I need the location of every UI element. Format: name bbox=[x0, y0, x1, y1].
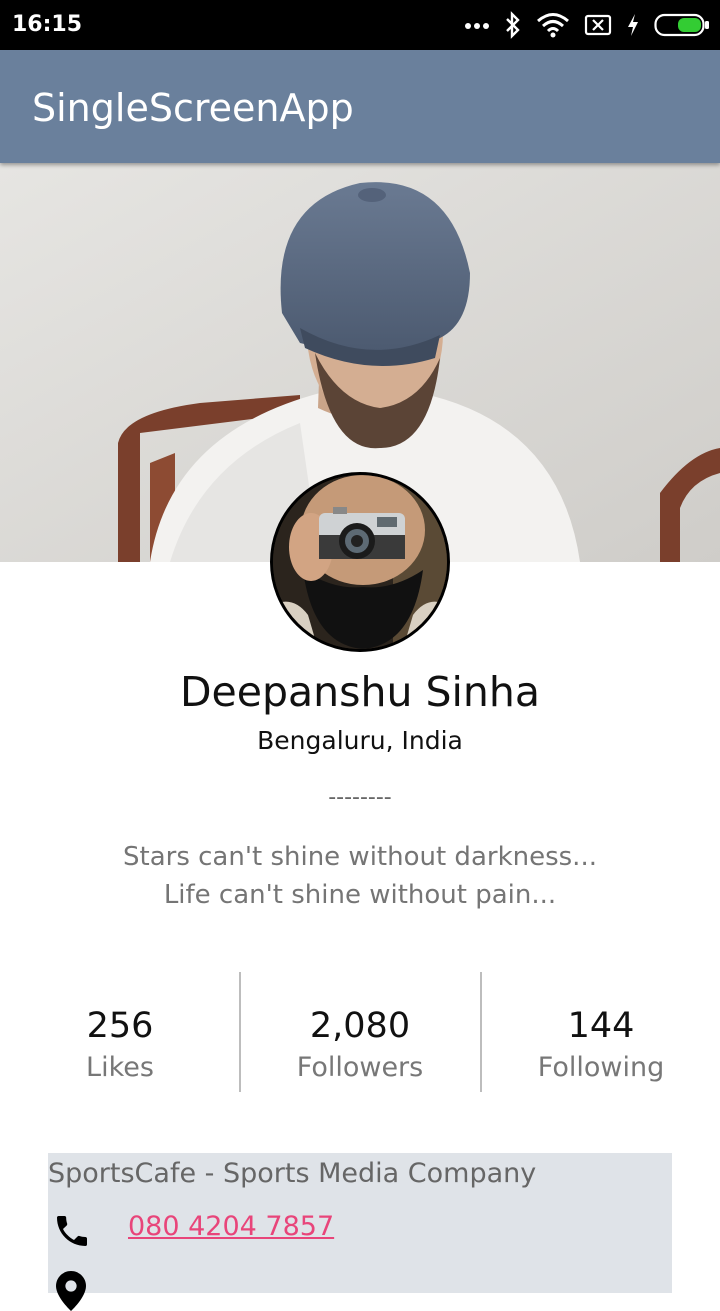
stat-label: Likes bbox=[86, 1052, 154, 1083]
more-dots-icon bbox=[465, 23, 489, 29]
profile-avatar[interactable] bbox=[270, 472, 450, 652]
stat-likes[interactable]: 256 Likes bbox=[0, 972, 240, 1092]
stat-followers[interactable]: 2,080 Followers bbox=[240, 972, 480, 1092]
stats-row: 256 Likes 2,080 Followers 144 Following bbox=[0, 972, 720, 1092]
company-name: SportsCafe - Sports Media Company bbox=[48, 1158, 537, 1189]
battery-icon bbox=[654, 13, 709, 37]
stat-value: 2,080 bbox=[309, 1006, 411, 1046]
bio-divider: -------- bbox=[328, 785, 392, 810]
charging-icon bbox=[628, 14, 638, 36]
stat-label: Following bbox=[537, 1052, 665, 1083]
profile-name: Deepanshu Sinha bbox=[179, 668, 541, 716]
no-sim-icon bbox=[584, 14, 612, 36]
stat-value: 144 bbox=[567, 1006, 635, 1046]
stat-value: 256 bbox=[86, 1006, 154, 1046]
phone-icon bbox=[57, 1216, 87, 1246]
stat-label: Followers bbox=[296, 1052, 424, 1083]
stat-following[interactable]: 144 Following bbox=[481, 972, 720, 1092]
bluetooth-icon bbox=[506, 11, 520, 39]
status-bar: 16:15 bbox=[0, 0, 720, 50]
bio-line-2: Life can't shine without pain... bbox=[163, 880, 557, 910]
location-pin-icon bbox=[56, 1271, 86, 1311]
app-title: SingleScreenApp bbox=[32, 86, 354, 130]
app-bar: SingleScreenApp bbox=[0, 50, 720, 163]
status-icons bbox=[464, 10, 710, 40]
bio-line-1: Stars can't shine without darkness... bbox=[123, 842, 597, 872]
profile-location: Bengaluru, India bbox=[257, 726, 463, 755]
status-time: 16:15 bbox=[12, 12, 83, 37]
wifi-icon bbox=[537, 13, 569, 38]
phone-link[interactable]: 080 4204 7857 bbox=[128, 1211, 334, 1242]
contact-card: SportsCafe - Sports Media Company 080 42… bbox=[48, 1153, 672, 1311]
avatar-photo bbox=[273, 475, 447, 649]
